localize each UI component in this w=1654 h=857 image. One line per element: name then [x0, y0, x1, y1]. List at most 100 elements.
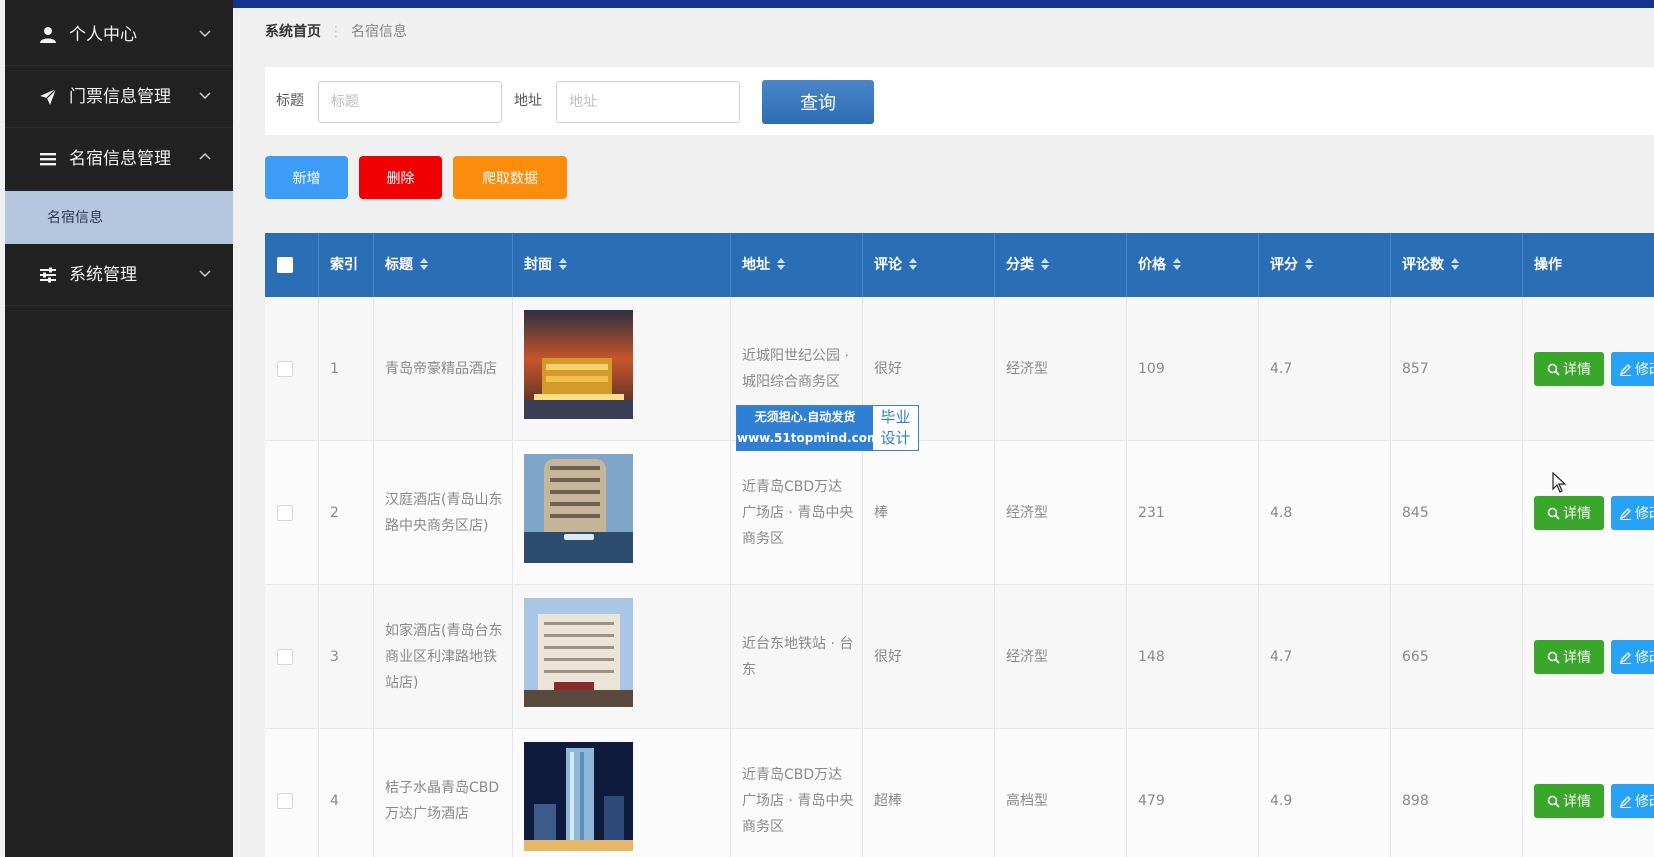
add-button[interactable]: 新增	[265, 156, 348, 199]
watermark-badge-line1: 毕业	[880, 408, 911, 426]
row-category: 经济型	[1006, 505, 1048, 521]
edit-icon	[1619, 364, 1631, 376]
detail-button[interactable]: 详情	[1534, 496, 1604, 530]
sort-icon	[559, 258, 567, 270]
table-row: 3 如家酒店(青岛台东商业区利津路地铁站店) 近台东地铁站 · 台东 很好 经济…	[265, 585, 1654, 729]
breadcrumb-separator: ⋮	[329, 24, 343, 40]
search-button[interactable]: 查询	[762, 80, 874, 124]
row-price: 148	[1138, 649, 1165, 665]
table-row: 1 青岛帝豪精品酒店 近城阳世纪公园 · 城阳综合商务区 很好 经济型 109 …	[265, 297, 1654, 441]
row-index: 2	[330, 505, 339, 521]
row-comment: 棒	[874, 505, 888, 521]
crawl-data-button[interactable]: 爬取数据	[453, 156, 567, 199]
chevron-down-icon	[199, 270, 211, 278]
row-comment: 超棒	[874, 793, 902, 809]
row-comment: 很好	[874, 361, 902, 377]
row-review-count: 665	[1402, 649, 1429, 665]
row-price: 109	[1138, 361, 1165, 377]
watermark-badge: 无须担心.自动发货 www.51topmind.com 毕业 设计	[736, 405, 919, 451]
row-score: 4.7	[1270, 361, 1293, 377]
sliders-icon	[40, 267, 56, 283]
edit-button[interactable]: 修改	[1611, 496, 1654, 530]
sidebar-item-homestay-management[interactable]: 名宿信息管理	[5, 128, 233, 190]
sidebar-subitem-homestay-info[interactable]: 名宿信息	[5, 191, 233, 244]
row-price: 231	[1138, 505, 1165, 521]
title-label: 标题	[276, 93, 304, 109]
chevron-down-icon	[199, 92, 211, 100]
search-panel: 标题 地址 查询	[265, 67, 1654, 135]
title-search-input[interactable]	[318, 81, 502, 123]
chevron-up-icon	[199, 152, 211, 160]
row-address: 近青岛CBD万达广场店 · 青岛中央商务区	[742, 479, 854, 547]
sort-icon	[1305, 258, 1313, 270]
mouse-cursor-icon	[1552, 472, 1567, 493]
search-icon	[1547, 651, 1560, 664]
column-header-address[interactable]: 地址	[731, 233, 863, 297]
detail-button[interactable]: 详情	[1534, 352, 1604, 386]
sidebar-item-ticket-management[interactable]: 门票信息管理	[5, 66, 233, 128]
sort-icon	[1041, 258, 1049, 270]
column-header-score[interactable]: 评分	[1259, 233, 1391, 297]
breadcrumb-home[interactable]: 系统首页	[265, 24, 321, 40]
row-checkbox[interactable]	[277, 361, 293, 377]
column-header-title[interactable]: 标题	[374, 233, 513, 297]
row-title: 青岛帝豪精品酒店	[385, 361, 497, 377]
sidebar-item-system-management[interactable]: 系统管理	[5, 244, 233, 306]
chevron-down-icon	[199, 30, 211, 38]
edit-icon	[1619, 796, 1631, 808]
cover-image	[524, 454, 633, 563]
row-review-count: 898	[1402, 793, 1429, 809]
column-header-index: 索引	[319, 233, 374, 297]
row-index: 4	[330, 793, 339, 809]
row-price: 479	[1138, 793, 1165, 809]
send-icon	[40, 88, 57, 105]
breadcrumb-current: 名宿信息	[351, 24, 407, 40]
column-header-price[interactable]: 价格	[1127, 233, 1259, 297]
list-icon	[40, 153, 56, 166]
sidebar: 个人中心 门票信息管理 名宿信息管理 名宿信息 系统管理	[5, 0, 233, 857]
select-all-checkbox[interactable]	[277, 257, 293, 273]
edit-button[interactable]: 修改	[1611, 640, 1654, 674]
row-category: 经济型	[1006, 649, 1048, 665]
row-checkbox[interactable]	[277, 649, 293, 665]
sidebar-item-label: 门票信息管理	[69, 87, 171, 107]
column-header-category[interactable]: 分类	[995, 233, 1127, 297]
column-header-review-count[interactable]: 评论数	[1391, 233, 1523, 297]
detail-button[interactable]: 详情	[1534, 640, 1604, 674]
row-checkbox[interactable]	[277, 505, 293, 521]
cover-image	[524, 598, 633, 707]
column-header-comment[interactable]: 评论	[863, 233, 995, 297]
row-index: 3	[330, 649, 339, 665]
sidebar-item-personal-center[interactable]: 个人中心	[5, 4, 233, 66]
address-label: 地址	[514, 93, 542, 109]
sidebar-subitem-label: 名宿信息	[47, 210, 103, 226]
address-search-input[interactable]	[556, 81, 740, 123]
edit-icon	[1619, 508, 1631, 520]
search-icon	[1547, 795, 1560, 808]
row-score: 4.8	[1270, 505, 1293, 521]
row-checkbox[interactable]	[277, 793, 293, 809]
row-category: 高档型	[1006, 793, 1048, 809]
table-header: 索引 标题 封面 地址 评论 分类 价格 评分 评论数 操作	[265, 233, 1654, 297]
sidebar-item-label: 个人中心	[69, 25, 137, 45]
row-category: 经济型	[1006, 361, 1048, 377]
column-header-cover[interactable]: 封面	[513, 233, 731, 297]
row-score: 4.9	[1270, 793, 1293, 809]
row-title: 汉庭酒店(青岛山东路中央商务区店)	[385, 492, 503, 534]
search-icon	[1547, 507, 1560, 520]
row-address: 近城阳世纪公园 · 城阳综合商务区	[742, 348, 849, 390]
edit-button[interactable]: 修改	[1611, 352, 1654, 386]
watermark-url: www.51topmind.com	[737, 431, 880, 445]
sort-icon	[777, 258, 785, 270]
edit-button[interactable]: 修改	[1611, 784, 1654, 818]
sidebar-item-label: 名宿信息管理	[69, 149, 171, 169]
delete-button[interactable]: 删除	[359, 156, 442, 199]
row-title: 如家酒店(青岛台东商业区利津路地铁站店)	[385, 623, 503, 691]
row-title: 桔子水晶青岛CBD万达广场酒店	[385, 780, 500, 822]
breadcrumb: 系统首页 ⋮ 名宿信息	[265, 22, 407, 42]
detail-button[interactable]: 详情	[1534, 784, 1604, 818]
row-address: 近台东地铁站 · 台东	[742, 636, 854, 678]
app-viewport: 个人中心 门票信息管理 名宿信息管理 名宿信息 系统管理 系统首页 ⋮ 名宿信息…	[0, 0, 1654, 857]
select-all-cell	[265, 233, 319, 297]
sort-icon	[909, 258, 917, 270]
